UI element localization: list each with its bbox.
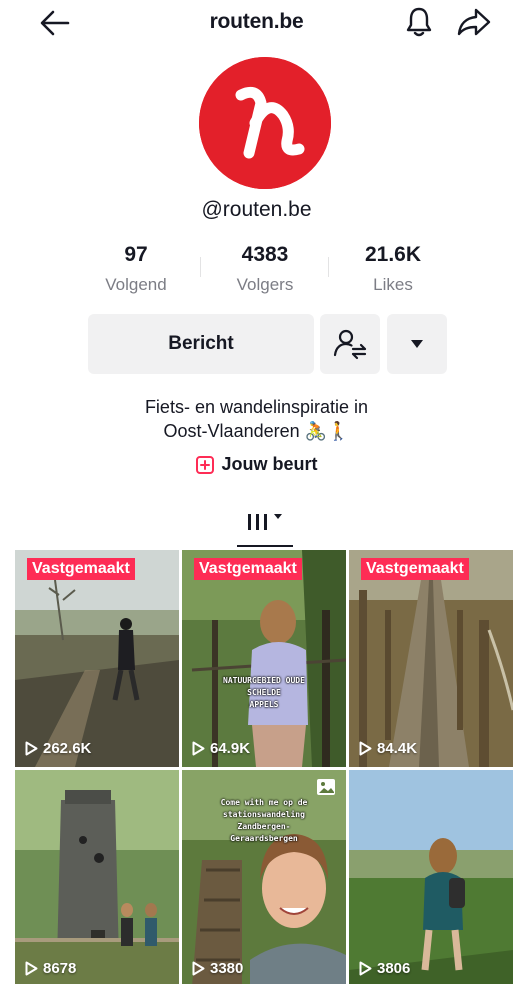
view-count: 262.6K — [25, 740, 91, 757]
play-icon — [25, 961, 38, 976]
follow-status-button[interactable] — [320, 314, 380, 374]
more-options-button[interactable] — [387, 314, 447, 374]
play-icon — [192, 741, 205, 756]
view-count: 64.9K — [192, 740, 250, 757]
bio-line: Oost-Vlaanderen 🚴🚶 — [163, 421, 350, 441]
view-count-value: 262.6K — [43, 740, 92, 757]
play-icon — [359, 961, 372, 976]
bio-line: Fiets- en wandelinspiratie in — [144, 397, 369, 417]
view-count: 3806 — [359, 960, 410, 977]
grid-videos-icon — [248, 514, 267, 530]
share-icon[interactable] — [456, 6, 492, 38]
stat-divider — [200, 257, 201, 277]
pinned-badge: Vastgemaakt — [194, 558, 302, 580]
view-count: 84.4K — [359, 740, 417, 757]
caption-line: SCHELDE — [247, 688, 281, 697]
tab-videos[interactable] — [237, 508, 293, 548]
pinned-badge: Vastgemaakt — [27, 558, 135, 580]
stat-value: 4383 — [241, 243, 289, 266]
view-count: 8678 — [25, 960, 76, 977]
video-thumbnail — [15, 770, 179, 984]
view-count-value: 8678 — [43, 960, 77, 977]
video-thumbnail — [15, 550, 179, 767]
video-tile[interactable]: 3806 — [349, 770, 513, 984]
profile-bio: Fiets- en wandelinspiratie in Oost-Vlaan… — [0, 395, 513, 443]
video-tile[interactable]: Vastgemaakt 262.6K — [15, 550, 179, 767]
profile-handle: @routen.be — [201, 198, 312, 221]
video-tile[interactable]: Come with me op de stationswandeling Zan… — [182, 770, 346, 984]
page-title: routen.be — [209, 10, 304, 33]
stat-label: Likes — [373, 275, 413, 294]
view-count-value: 3380 — [210, 960, 244, 977]
bell-icon[interactable] — [404, 6, 434, 38]
photo-icon — [317, 779, 335, 795]
stat-label: Volgers — [236, 275, 294, 294]
caret-down-icon — [411, 340, 423, 348]
stat-divider — [328, 257, 329, 277]
routen-logo — [199, 57, 331, 189]
content-tabs — [0, 500, 513, 550]
video-grid: Vastgemaakt 262.6K Vastgemaakt NATUURGEB… — [15, 550, 513, 984]
caption-line: stationswandeling — [223, 810, 305, 819]
video-thumbnail — [349, 550, 513, 767]
stat-value: 97 — [124, 243, 148, 266]
play-icon — [359, 741, 372, 756]
video-thumbnail — [182, 550, 346, 767]
avatar[interactable] — [199, 57, 331, 189]
stat-following[interactable]: 97 Volgend — [81, 243, 191, 295]
add-box-icon — [196, 455, 215, 474]
pinned-badge: Vastgemaakt — [361, 558, 469, 580]
stat-value: 21.6K — [364, 243, 422, 266]
your-turn-button[interactable]: Jouw beurt — [0, 454, 513, 475]
profile-stats: 97 Volgend 4383 Volgers 21.6K Likes — [95, 243, 440, 301]
user-switch-icon — [333, 329, 367, 360]
caption-line: NATUURGEBIED OUDE — [223, 676, 305, 685]
video-thumbnail — [349, 770, 513, 984]
caption-line: Geraardsbergen — [230, 834, 298, 843]
caret-down-icon — [274, 514, 282, 519]
view-count-value: 3806 — [377, 960, 411, 977]
caption-line: Come with me op de — [220, 798, 308, 807]
play-icon — [25, 741, 38, 756]
play-icon — [192, 961, 205, 976]
video-caption-overlay: Come with me op de stationswandeling Zan… — [186, 798, 342, 844]
video-caption-overlay: NATUURGEBIED OUDE SCHELDE APPELS — [190, 676, 338, 710]
video-tile[interactable]: Vastgemaakt 84.4K — [349, 550, 513, 767]
stat-label: Volgend — [105, 275, 167, 294]
view-count-value: 64.9K — [210, 740, 251, 757]
view-count-value: 84.4K — [377, 740, 418, 757]
active-tab-indicator — [237, 545, 293, 547]
caption-line: Zandbergen- — [237, 822, 291, 831]
top-bar: routen.be — [0, 0, 513, 44]
view-count: 3380 — [192, 960, 243, 977]
message-button[interactable]: Bericht — [88, 314, 314, 374]
video-tile[interactable]: Vastgemaakt NATUURGEBIED OUDE SCHELDE AP… — [182, 550, 346, 767]
caption-line: APPELS — [249, 700, 279, 709]
your-turn-label: Jouw beurt — [221, 454, 318, 474]
stat-likes[interactable]: 21.6K Likes — [338, 243, 448, 295]
stat-followers[interactable]: 4383 Volgers — [210, 243, 320, 295]
video-tile[interactable]: 8678 — [15, 770, 179, 984]
